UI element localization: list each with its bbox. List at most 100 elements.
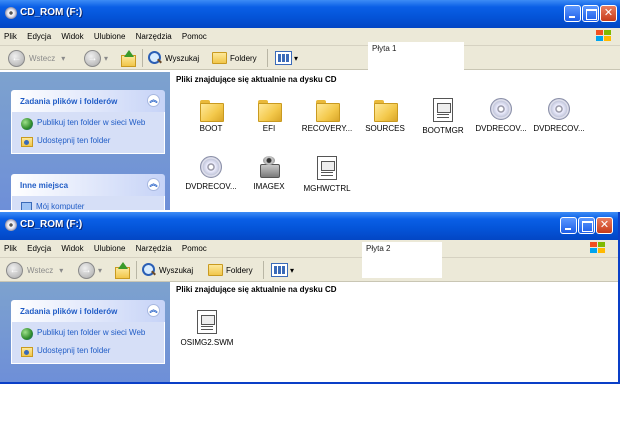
publish-folder-link[interactable]: Publikuj ten folder w sieci Web — [21, 328, 158, 340]
panel-header[interactable]: Inne miejsca ︽ — [11, 174, 165, 196]
computer-icon — [21, 202, 32, 210]
menu-edit[interactable]: Edycja — [23, 28, 55, 41]
menu-edit[interactable]: Edycja — [23, 240, 55, 253]
file-icon — [433, 98, 453, 122]
forward-arrow-icon: → — [84, 49, 101, 67]
menu-tools[interactable]: Narzędzia — [132, 240, 176, 253]
menu-bar: Plik Edycja Widok Ulubione Narzędzia Pom… — [0, 28, 620, 46]
views-icon — [271, 263, 288, 277]
toolbar: ← Wstecz ▾ → ▾ Wyszukaj Foldery ▾ — [0, 46, 620, 70]
views-button[interactable]: ▾ — [271, 261, 294, 279]
share-folder-icon — [21, 347, 33, 357]
file-item-osimg2-swm[interactable]: OSIMG2.SWM — [174, 310, 240, 347]
collapse-chevron-icon[interactable]: ︽ — [147, 94, 160, 107]
menu-help[interactable]: Pomoc — [178, 240, 211, 253]
file-item-dvdrecov-2[interactable]: DVDRECOV... — [526, 98, 592, 133]
toolbar-divider — [136, 261, 137, 279]
folder-icon — [374, 100, 398, 122]
close-button[interactable]: ✕ — [600, 5, 617, 22]
disc-label-text: Płyta 2 — [366, 244, 391, 253]
forward-button[interactable]: → ▾ — [84, 49, 108, 67]
up-folder-icon — [114, 262, 130, 279]
title-bar[interactable]: CD_ROM (F:) ✕ — [0, 212, 618, 240]
file-item-imagex[interactable]: IMAGEX — [236, 156, 302, 191]
file-view: Pliki znajdujące się aktualnie na dysku … — [170, 282, 618, 382]
minimize-button[interactable] — [564, 5, 581, 22]
back-button[interactable]: ← Wstecz ▾ — [6, 261, 63, 279]
folder-item-boot[interactable]: BOOT — [178, 100, 244, 133]
panel-header[interactable]: Zadania plików i folderów ︽ — [11, 300, 165, 322]
folders-button[interactable]: Foldery — [208, 261, 253, 279]
panel-title: Zadania plików i folderów — [20, 307, 118, 316]
menu-file[interactable]: Plik — [0, 28, 21, 41]
search-button[interactable]: Wyszukaj — [148, 49, 199, 67]
file-view: Pliki znajdujące się aktualnie na dysku … — [170, 72, 620, 210]
maximize-button[interactable] — [578, 217, 595, 234]
task-label: Publikuj ten folder w sieci Web — [37, 328, 146, 337]
folders-button[interactable]: Foldery — [212, 49, 257, 67]
file-item-mghwctrl[interactable]: MGHWCTRL — [294, 156, 360, 193]
windows-logo-icon — [590, 242, 608, 256]
views-button[interactable]: ▾ — [275, 49, 298, 67]
file-icon — [317, 156, 337, 180]
item-name: MGHWCTRL — [303, 184, 351, 193]
item-name: SOURCES — [365, 124, 405, 133]
menu-favorites[interactable]: Ulubione — [90, 240, 130, 253]
chevron-down-icon: ▾ — [290, 265, 295, 275]
file-item-bootmgr[interactable]: BOOTMGR — [410, 98, 476, 135]
my-computer-link[interactable]: Mój komputer — [21, 202, 158, 210]
task-pane: Zadania plików i folderów ︽ Publikuj ten… — [0, 72, 170, 210]
other-places-panel: Inne miejsca ︽ Mój komputer — [11, 174, 165, 210]
folders-icon — [208, 264, 223, 276]
menu-favorites[interactable]: Ulubione — [90, 28, 130, 41]
panel-header[interactable]: Zadania plików i folderów ︽ — [11, 90, 165, 112]
task-label: Udostępnij ten folder — [37, 136, 111, 145]
search-button[interactable]: Wyszukaj — [142, 261, 193, 279]
cd-drive-icon — [5, 219, 17, 231]
toolbar-divider — [263, 261, 264, 279]
minimize-button[interactable] — [560, 217, 577, 234]
file-item-dvdrecov-1[interactable]: DVDRECOV... — [468, 98, 534, 133]
item-name: OSIMG2.SWM — [180, 338, 234, 347]
toolbar-divider — [267, 49, 268, 67]
item-name: DVDRECOV... — [475, 124, 527, 133]
disc-label: Płyta 2 — [362, 242, 442, 278]
maximize-button[interactable] — [582, 5, 599, 22]
content-heading: Pliki znajdujące się aktualnie na dysku … — [176, 75, 337, 84]
close-button[interactable]: ✕ — [596, 217, 613, 234]
chevron-down-icon: ▾ — [294, 53, 299, 63]
file-item-dvdrecov-3[interactable]: DVDRECOV... — [178, 156, 244, 191]
up-folder-button[interactable] — [114, 261, 130, 279]
collapse-chevron-icon[interactable]: ︽ — [147, 178, 160, 191]
forward-button[interactable]: → ▾ — [78, 261, 102, 279]
back-button[interactable]: ← Wstecz ▾ — [8, 49, 65, 67]
folder-item-sources[interactable]: SOURCES — [352, 100, 418, 133]
disc-label: Płyta 1 — [368, 42, 464, 72]
file-folder-tasks-panel: Zadania plików i folderów ︽ Publikuj ten… — [11, 90, 165, 154]
task-pane: Zadania plików i folderów ︽ Publikuj ten… — [0, 282, 170, 382]
chevron-down-icon: ▾ — [98, 265, 103, 275]
panel-body: Publikuj ten folder w sieci Web Udostępn… — [11, 322, 165, 364]
share-folder-link[interactable]: Udostępnij ten folder — [21, 346, 158, 357]
folder-item-efi[interactable]: EFI — [236, 100, 302, 133]
menu-tools[interactable]: Narzędzia — [132, 28, 176, 41]
search-icon — [142, 263, 156, 277]
menu-help[interactable]: Pomoc — [178, 28, 211, 41]
share-folder-icon — [21, 137, 33, 147]
up-folder-button[interactable] — [120, 49, 136, 67]
item-name: IMAGEX — [253, 182, 285, 191]
item-name: BOOT — [199, 124, 223, 133]
publish-folder-link[interactable]: Publikuj ten folder w sieci Web — [21, 118, 158, 130]
collapse-chevron-icon[interactable]: ︽ — [147, 304, 160, 317]
cd-drive-icon — [5, 7, 17, 19]
windows-logo-icon — [596, 30, 614, 44]
menu-view[interactable]: Widok — [57, 28, 87, 41]
share-folder-link[interactable]: Udostępnij ten folder — [21, 136, 158, 147]
title-bar[interactable]: CD_ROM (F:) ✕ — [0, 0, 620, 28]
toolbar: ← Wstecz ▾ → ▾ Wyszukaj Foldery ▾ — [0, 258, 618, 282]
folder-item-recovery[interactable]: RECOVERY... — [294, 100, 360, 133]
menu-view[interactable]: Widok — [57, 240, 87, 253]
panel-body: Mój komputer — [11, 196, 165, 210]
menu-file[interactable]: Plik — [0, 240, 21, 253]
search-label: Wyszukaj — [165, 53, 200, 63]
